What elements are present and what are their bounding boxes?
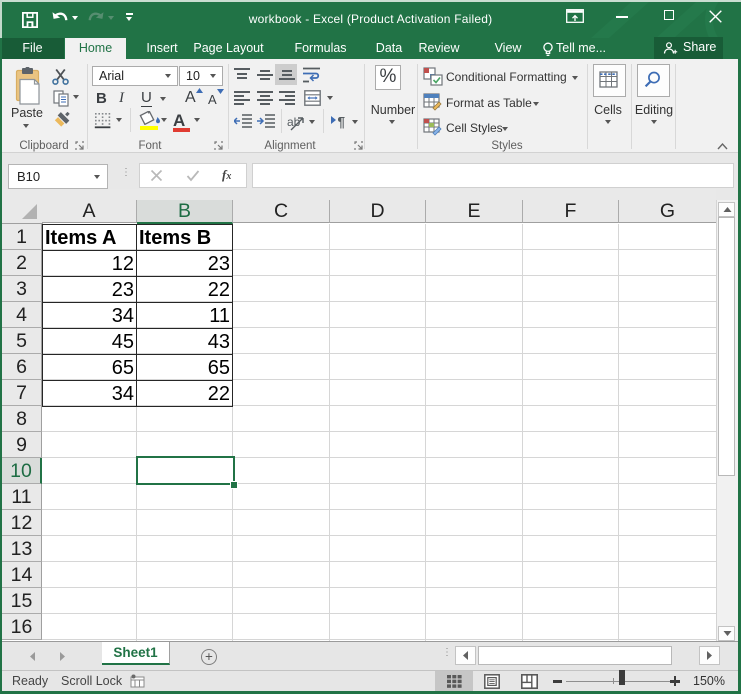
svg-text:¶: ¶ [338,115,346,130]
